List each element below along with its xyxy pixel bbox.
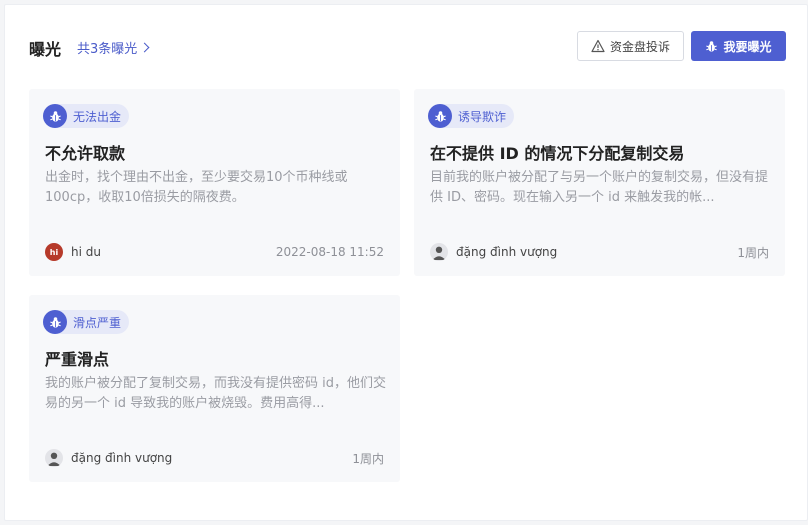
exposure-card[interactable]: 诱导欺诈 在不提供 ID 的情况下分配复制交易 目前我的账户被分配了与另一个账户… — [414, 89, 785, 276]
card-title: 不允许取款 — [45, 144, 126, 163]
category-tag-label: 滑点严重 — [73, 315, 122, 330]
card-footer: hi hi du 2022-08-18 11:52 — [45, 242, 384, 262]
category-tag: 无法出金 — [43, 104, 130, 128]
complaint-button-label: 资金盘投诉 — [609, 39, 670, 54]
user-avatar-icon — [430, 243, 448, 261]
category-tag-label: 诱导欺诈 — [458, 109, 507, 124]
card-author: đặng đình vượng — [430, 243, 557, 261]
card-author: đặng đình vượng — [45, 449, 172, 467]
card-title: 严重滑点 — [45, 350, 110, 369]
card-timestamp: 1周内 — [352, 451, 384, 466]
category-tag-label: 无法出金 — [73, 109, 122, 124]
chevron-right-icon — [139, 42, 150, 53]
exposure-card[interactable]: 无法出金 不允许取款 出金时，找个理由不出金，至少要交易10个币种线或100cp… — [29, 89, 400, 276]
card-footer: đặng đình vượng 1周内 — [430, 242, 769, 262]
card-description: 我的账户被分配了复制交易，而我没有提供密码 id，他们交易的另一个 id 导致我… — [45, 376, 386, 411]
card-footer: đặng đình vượng 1周内 — [45, 448, 384, 468]
card-author: hi hi du — [45, 243, 101, 261]
expose-button[interactable]: 我要曝光 — [691, 31, 786, 61]
exposure-count-label: 共3条曝光 — [77, 42, 138, 57]
card-title: 在不提供 ID 的情况下分配复制交易 — [430, 144, 685, 163]
expose-button-label: 我要曝光 — [723, 39, 772, 54]
avatar: hi — [45, 243, 63, 261]
author-name: đặng đình vượng — [456, 245, 558, 259]
card-timestamp: 2022-08-18 11:52 — [275, 245, 384, 259]
bug-icon — [43, 104, 67, 128]
bug-icon — [428, 104, 452, 128]
bug-icon — [43, 310, 67, 334]
card-description: 出金时，找个理由不出金，至少要交易10个币种线或100cp，收取10倍损失的隔夜… — [45, 170, 348, 205]
card-description: 目前我的账户被分配了与另一个账户的复制交易，但没有提供 ID、密码。现在输入另一… — [430, 170, 769, 205]
page-title: 曝光 — [29, 40, 62, 59]
bug-icon — [706, 40, 718, 52]
warning-icon — [591, 39, 605, 53]
category-tag: 滑点严重 — [43, 310, 130, 334]
category-tag: 诱导欺诈 — [428, 104, 515, 128]
card-timestamp: 1周内 — [737, 245, 769, 260]
exposure-card[interactable]: 滑点严重 严重滑点 我的账户被分配了复制交易，而我没有提供密码 id，他们交易的… — [29, 295, 400, 482]
author-name: đặng đình vượng — [71, 451, 173, 465]
user-avatar-icon — [45, 449, 63, 467]
exposure-panel: 曝光 共3条曝光 资金盘投诉 我要曝光 无法出金 不允许取款 出金时，找个理由不… — [4, 4, 808, 521]
author-name: hi du — [71, 245, 101, 259]
panel-header: 曝光 共3条曝光 资金盘投诉 我要曝光 — [5, 5, 807, 89]
exposure-count-link[interactable]: 共3条曝光 — [77, 38, 150, 57]
complaint-button[interactable]: 资金盘投诉 — [577, 31, 684, 61]
